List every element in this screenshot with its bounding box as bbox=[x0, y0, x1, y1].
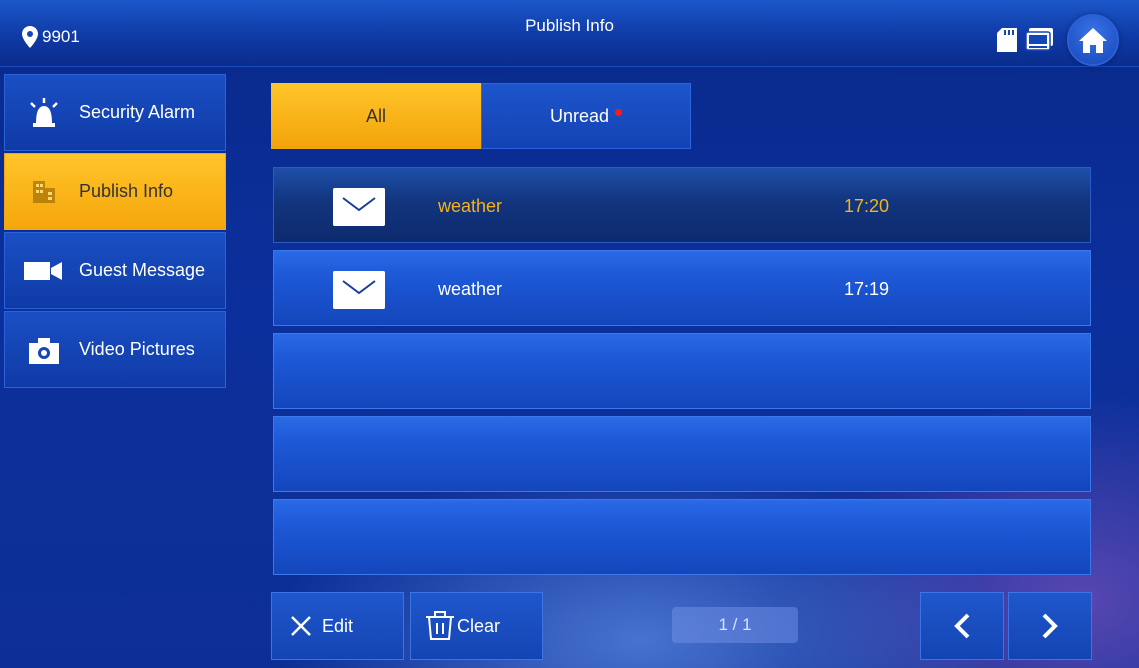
empty-row bbox=[273, 416, 1091, 492]
filter-tabs: All Unread bbox=[271, 83, 691, 149]
empty-row bbox=[273, 333, 1091, 409]
message-time: 17:19 bbox=[844, 279, 890, 299]
prev-page-button[interactable] bbox=[920, 592, 1004, 660]
sidebar-item-guest-message[interactable]: Guest Message bbox=[4, 232, 226, 309]
page-title: Publish Info bbox=[525, 16, 614, 35]
unread-indicator-dot bbox=[615, 108, 623, 116]
alarm-icon bbox=[23, 96, 65, 130]
clear-button[interactable]: Clear bbox=[410, 592, 543, 660]
envelope-icon bbox=[333, 271, 385, 309]
tab-all-label: All bbox=[365, 105, 386, 126]
sidebar-item-publish-info[interactable]: Publish Info bbox=[4, 153, 226, 230]
sidebar-item-video-pictures[interactable]: Video Pictures bbox=[4, 311, 226, 388]
message-row[interactable]: weather 17:19 bbox=[273, 250, 1091, 326]
message-row[interactable]: weather 17:20 bbox=[273, 167, 1091, 243]
tab-unread-label: Unread bbox=[549, 105, 610, 126]
sidebar: Security Alarm Publish Info Guest Messag… bbox=[4, 74, 226, 390]
sidebar-item-security-alarm[interactable]: Security Alarm bbox=[4, 74, 226, 151]
chevron-right-icon bbox=[1042, 613, 1058, 639]
home-icon bbox=[1079, 28, 1107, 53]
sidebar-item-label: Publish Info bbox=[79, 181, 174, 201]
edit-button[interactable]: Edit bbox=[271, 592, 404, 660]
building-icon bbox=[23, 175, 65, 209]
envelope-icon bbox=[333, 188, 385, 226]
tab-unread[interactable]: Unread bbox=[481, 83, 691, 149]
panel-icon bbox=[1025, 28, 1053, 51]
top-bar: 9901 Publish Info bbox=[0, 0, 1139, 67]
trash-icon bbox=[426, 611, 454, 640]
sidebar-item-label: Guest Message bbox=[79, 260, 206, 280]
video-camera-icon bbox=[23, 254, 65, 288]
next-page-button[interactable] bbox=[1008, 592, 1092, 660]
clear-label: Clear bbox=[457, 615, 501, 636]
camera-icon bbox=[23, 333, 65, 367]
sd-card-icon bbox=[997, 28, 1017, 52]
sidebar-item-label: Video Pictures bbox=[79, 339, 195, 359]
sidebar-item-label: Security Alarm bbox=[79, 102, 196, 122]
message-list: weather 17:20 weather 17:19 bbox=[273, 167, 1091, 582]
bottom-toolbar: Edit Clear 1 / 1 bbox=[0, 592, 1139, 662]
home-button[interactable] bbox=[1067, 14, 1119, 66]
message-time: 17:20 bbox=[844, 196, 890, 216]
message-subject: weather bbox=[438, 279, 503, 299]
close-icon bbox=[291, 616, 311, 636]
chevron-left-icon bbox=[954, 613, 970, 639]
edit-label: Edit bbox=[322, 615, 354, 636]
tab-all[interactable]: All bbox=[271, 83, 481, 149]
empty-row bbox=[273, 499, 1091, 575]
message-subject: weather bbox=[438, 196, 503, 216]
page-indicator: 1 / 1 bbox=[672, 607, 798, 643]
